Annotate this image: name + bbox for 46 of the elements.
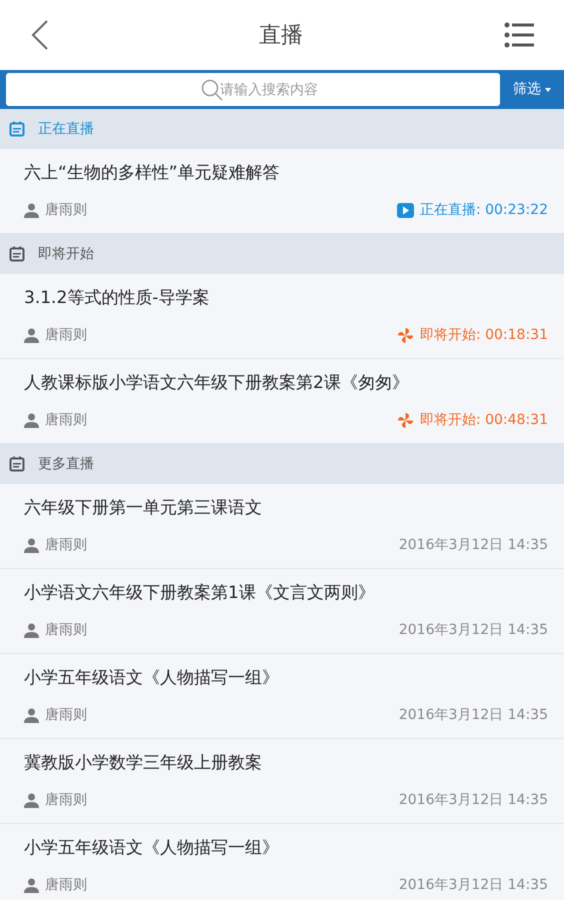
author-name: 唐雨则 bbox=[45, 791, 87, 810]
pinwheel-icon bbox=[396, 412, 414, 430]
item-title: 3.1.2等式的性质-导学案 bbox=[24, 286, 210, 310]
person-icon bbox=[24, 623, 39, 638]
section-title: 正在直播 bbox=[38, 120, 94, 138]
status-text: 即将开始: 00:18:31 bbox=[420, 326, 548, 346]
calendar-icon bbox=[9, 121, 25, 137]
section-title: 即将开始 bbox=[38, 244, 94, 264]
author-name: 唐雨则 bbox=[45, 621, 87, 640]
person-icon bbox=[24, 538, 39, 554]
search-field[interactable]: 请输入搜索内容 bbox=[6, 73, 500, 106]
status-text: 正在直播: 00:23:22 bbox=[420, 201, 548, 220]
author-name: 唐雨则 bbox=[45, 326, 87, 346]
author-name: 唐雨则 bbox=[45, 536, 87, 556]
author-name: 唐雨则 bbox=[45, 411, 87, 430]
person-icon bbox=[24, 328, 39, 344]
status-text: 2016年3月12日 14:35 bbox=[398, 536, 548, 556]
item-title: 冀教版小学数学三年级上册教案 bbox=[24, 752, 263, 775]
play-icon bbox=[396, 203, 414, 218]
item-title: 小学语文六年级下册教案第1课《文言文两则》 bbox=[24, 582, 376, 605]
status-text: 2016年3月12日 14:35 bbox=[398, 876, 548, 896]
person-icon bbox=[24, 878, 39, 894]
calendar-icon bbox=[9, 246, 25, 262]
item-title: 六年级下册第一单元第三课语文 bbox=[24, 496, 263, 520]
calendar-icon bbox=[9, 456, 25, 472]
author-name: 唐雨则 bbox=[45, 201, 87, 220]
item-title: 小学五年级语文《人物描写一组》 bbox=[24, 836, 280, 860]
status-text: 2016年3月12日 14:35 bbox=[398, 706, 548, 726]
status-text: 2016年3月12日 14:35 bbox=[398, 621, 548, 640]
item-title: 人教课标版小学语文六年级下册教案第2课《匆匆》 bbox=[24, 372, 410, 395]
menu-button[interactable] bbox=[504, 22, 534, 48]
person-icon bbox=[24, 793, 39, 808]
person-icon bbox=[24, 708, 39, 724]
author-name: 唐雨则 bbox=[45, 706, 87, 726]
section-title: 更多直播 bbox=[38, 454, 94, 474]
person-icon bbox=[24, 203, 39, 218]
page-title: 直播 bbox=[259, 22, 303, 50]
status-text: 2016年3月12日 14:35 bbox=[398, 791, 548, 810]
author-name: 唐雨则 bbox=[45, 876, 87, 896]
person-icon bbox=[24, 413, 39, 428]
item-title: 六上“生物的多样性”单元疑难解答 bbox=[24, 162, 281, 185]
pinwheel-icon bbox=[396, 327, 414, 344]
caret-icon bbox=[545, 88, 551, 92]
status-text: 即将开始: 00:48:31 bbox=[420, 411, 548, 430]
item-title: 小学五年级语文《人物描写一组》 bbox=[24, 666, 280, 690]
filter-button[interactable]: 筛选 bbox=[500, 70, 564, 109]
